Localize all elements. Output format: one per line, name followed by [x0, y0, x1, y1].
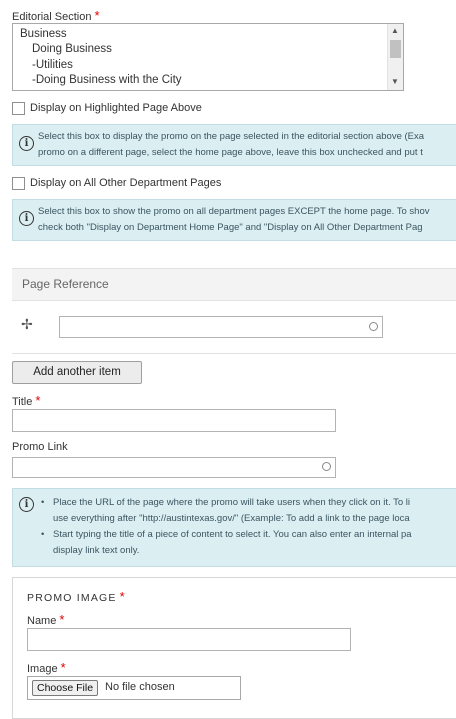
required-asterisk: *: [35, 393, 41, 408]
page-reference-input[interactable]: [59, 316, 383, 338]
info-icon: i: [19, 497, 34, 512]
list-item: • Start typing the title of a piece of co…: [41, 529, 412, 540]
help-text: check both "Display on Department Home P…: [38, 222, 423, 233]
highlighted-page-checkbox[interactable]: [12, 102, 25, 115]
image-name-input[interactable]: [27, 628, 351, 651]
listbox-option[interactable]: -Doing Business with the City: [32, 74, 182, 86]
promo-link-help-box: i • Place the URL of the page where the p…: [12, 488, 456, 567]
highlighted-help-box: i Select this box to display the promo o…: [12, 124, 456, 166]
divider: [12, 353, 456, 354]
title-input[interactable]: [12, 409, 336, 432]
add-another-item-button[interactable]: Add another item: [12, 361, 142, 384]
list-item: display link text only.: [53, 545, 140, 556]
required-asterisk: *: [59, 612, 65, 627]
promo-link-input[interactable]: [12, 457, 336, 478]
list-item: use everything after "http://austintexas…: [53, 513, 410, 524]
drag-handle-icon[interactable]: ✢: [21, 316, 33, 333]
info-icon: i: [19, 211, 34, 226]
image-label: Image *: [27, 660, 66, 675]
promo-image-heading: PROMO IMAGE *: [27, 589, 126, 604]
required-asterisk: *: [119, 589, 126, 604]
image-file-input[interactable]: Choose File No file chosen: [27, 676, 241, 700]
listbox-option[interactable]: Business: [20, 28, 67, 40]
no-file-chosen-text: No file chosen: [105, 681, 175, 693]
list-item: • Place the URL of the page where the pro…: [41, 497, 410, 508]
page-reference-header: Page Reference: [12, 268, 456, 301]
help-text: Select this box to display the promo on …: [38, 131, 425, 142]
page-reference-title: Page Reference: [22, 277, 109, 291]
choose-file-button[interactable]: Choose File: [32, 680, 99, 696]
title-label: Title *: [12, 393, 41, 408]
image-name-label: Name *: [27, 612, 65, 627]
listbox-option[interactable]: -Utilities: [32, 59, 73, 71]
scroll-up-arrow-icon[interactable]: ▲: [391, 26, 399, 35]
listbox-option[interactable]: Doing Business: [32, 43, 112, 55]
highlighted-page-label: Display on Highlighted Page Above: [30, 102, 202, 114]
scrollbar-thumb[interactable]: [390, 40, 401, 58]
editorial-section-label: Editorial Section *: [12, 8, 100, 23]
all-other-pages-label: Display on All Other Department Pages: [30, 177, 222, 189]
all-other-help-box: i Select this box to show the promo on a…: [12, 199, 456, 241]
scroll-down-arrow-icon[interactable]: ▼: [391, 77, 399, 86]
listbox-scrollbar[interactable]: ▲ ▼: [387, 24, 403, 90]
autocomplete-throbber-icon: [322, 462, 331, 471]
info-icon: i: [19, 136, 34, 151]
editorial-section-listbox[interactable]: Business Doing Business -Utilities -Doin…: [12, 23, 404, 91]
promo-link-label: Promo Link: [12, 441, 68, 453]
autocomplete-throbber-icon: [369, 322, 378, 331]
all-other-pages-checkbox[interactable]: [12, 177, 25, 190]
required-asterisk: *: [60, 660, 66, 675]
required-asterisk: *: [94, 8, 100, 23]
help-text: promo on a different page, select the ho…: [38, 147, 423, 158]
help-text: Select this box to show the promo on all…: [38, 206, 430, 217]
